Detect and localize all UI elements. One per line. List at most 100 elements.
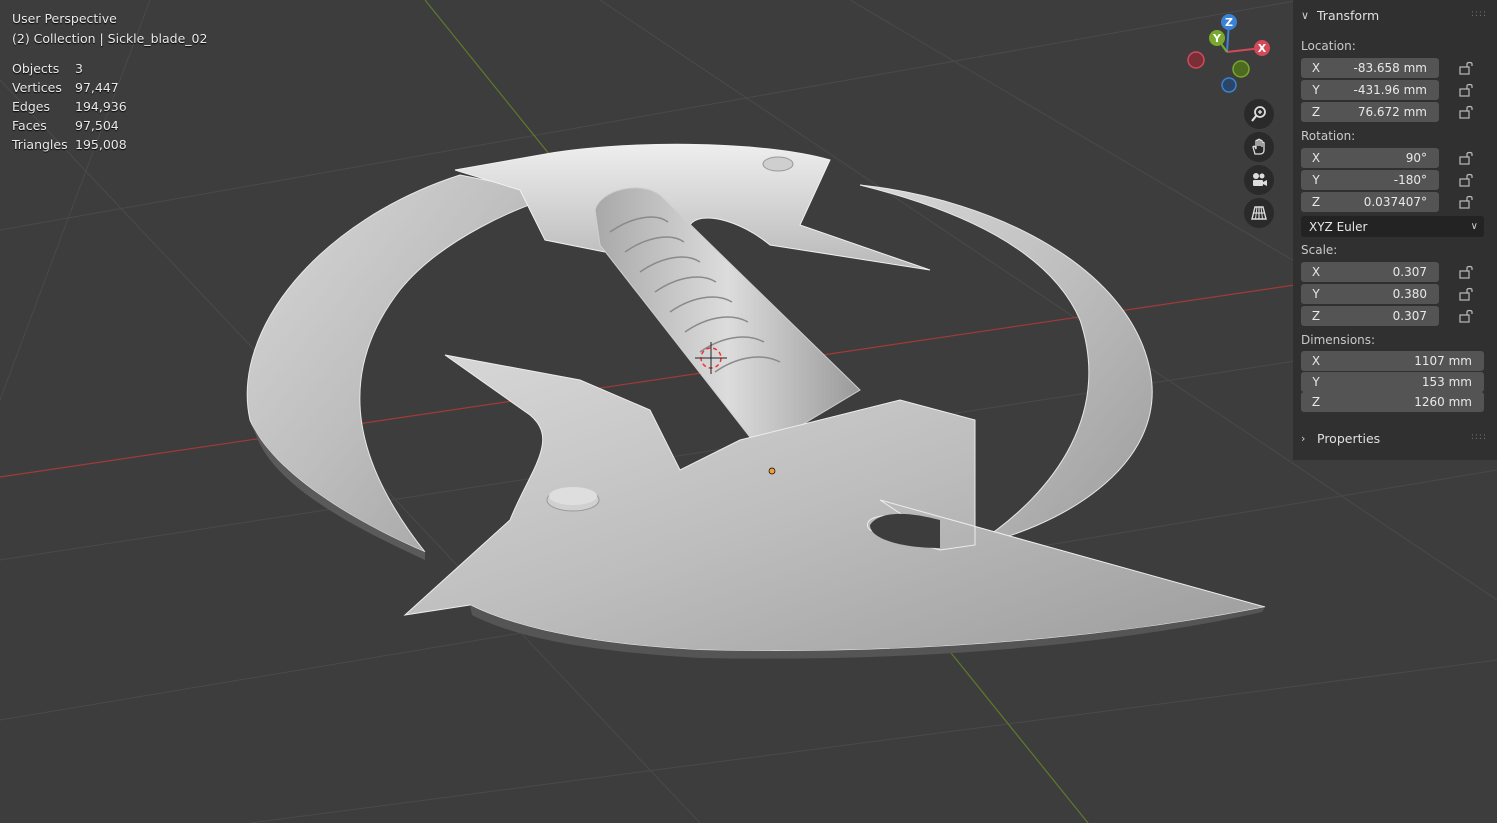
camera-icon <box>1253 173 1267 186</box>
zoom-icon <box>1251 106 1266 122</box>
z-axis-handle[interactable]: Z <box>1221 14 1237 30</box>
axis-label: Z <box>1311 195 1321 209</box>
collection-line: (2) Collection | Sickle_blade_02 <box>12 31 208 46</box>
stat-row: Vertices 97,447 <box>12 78 127 97</box>
dimensions-x-field[interactable]: X 1107 mm <box>1301 351 1484 371</box>
drag-handle-icon[interactable]: :::: <box>1471 432 1487 442</box>
camera-view-button[interactable] <box>1244 165 1274 195</box>
axis-label: Z <box>1311 395 1321 409</box>
stat-value: 194,936 <box>75 99 127 114</box>
rotation-z-field[interactable]: Z 0.037407° <box>1301 192 1439 212</box>
zoom-button[interactable] <box>1244 99 1274 129</box>
axis-label: X <box>1311 265 1321 279</box>
stat-label: Objects <box>12 61 60 76</box>
axis-label: Z <box>1311 105 1321 119</box>
stat-row: Faces 97,504 <box>12 116 127 135</box>
stat-value: 195,008 <box>75 137 127 152</box>
3d-viewport[interactable] <box>0 0 1497 823</box>
field-value: 90° <box>1405 151 1427 165</box>
field-value: -180° <box>1393 173 1427 187</box>
axis-label: Y <box>1312 173 1320 187</box>
axis-label: Y <box>1312 375 1320 389</box>
axis-label: X <box>1311 354 1321 368</box>
navigation-gizmo[interactable]: X Y Z <box>1182 12 1278 96</box>
field-value: 1107 mm <box>1414 354 1472 368</box>
field-value: 0.037407° <box>1363 195 1427 209</box>
lock-icon[interactable] <box>1459 309 1475 323</box>
stat-value: 97,447 <box>75 80 119 95</box>
lock-icon[interactable] <box>1459 83 1475 97</box>
field-value: -83.658 mm <box>1353 61 1427 75</box>
lock-icon[interactable] <box>1459 265 1475 279</box>
perspective-toggle-button[interactable] <box>1244 198 1274 228</box>
viewport-info: User Perspective (2) Collection | Sickle… <box>12 9 207 49</box>
stat-row: Edges 194,936 <box>12 97 127 116</box>
axis-label: Y <box>1312 287 1320 301</box>
hand-pan-icon <box>1252 138 1265 155</box>
axis-label: Z <box>1311 309 1321 323</box>
lock-icon[interactable] <box>1459 195 1475 209</box>
stat-row: Triangles 195,008 <box>12 135 127 154</box>
location-z-field[interactable]: Z 76.672 mm <box>1301 102 1439 122</box>
lock-icon[interactable] <box>1459 173 1475 187</box>
axis-label: Y <box>1312 83 1320 97</box>
field-value: 1260 mm <box>1414 395 1472 409</box>
rotation-mode-value: XYZ Euler <box>1309 219 1368 234</box>
properties-title: Properties <box>1317 430 1381 446</box>
negative-y-handle[interactable] <box>1232 60 1250 78</box>
pan-button[interactable] <box>1244 132 1274 162</box>
dimensions-label: Dimensions: <box>1301 333 1376 347</box>
lock-icon[interactable] <box>1459 61 1475 75</box>
scale-z-field[interactable]: Z 0.307 <box>1301 306 1439 326</box>
dimensions-z-field[interactable]: Z 1260 mm <box>1301 392 1484 412</box>
chevron-right-icon: › <box>1301 431 1306 445</box>
y-axis-label: Y <box>1212 32 1222 45</box>
x-axis-label: X <box>1258 42 1267 55</box>
transform-panel-header[interactable]: ∨ Transform <box>1301 4 1379 26</box>
z-axis-label: Z <box>1225 16 1233 29</box>
y-axis-handle[interactable]: Y <box>1209 30 1225 46</box>
drag-handle-icon[interactable]: :::: <box>1471 9 1487 19</box>
location-label: Location: <box>1301 39 1356 53</box>
lock-icon[interactable] <box>1459 151 1475 165</box>
axis-label: X <box>1311 151 1321 165</box>
field-value: 0.307 <box>1392 265 1427 279</box>
dimensions-y-field[interactable]: Y 153 mm <box>1301 372 1484 392</box>
view-name: User Perspective <box>12 11 117 26</box>
rotation-x-field[interactable]: X 90° <box>1301 148 1439 168</box>
stat-label: Triangles <box>12 137 68 152</box>
field-value: -431.96 mm <box>1353 83 1427 97</box>
stat-label: Edges <box>12 99 50 114</box>
rotation-y-field[interactable]: Y -180° <box>1301 170 1439 190</box>
stat-value: 97,504 <box>75 118 119 133</box>
lock-icon[interactable] <box>1459 105 1475 119</box>
chevron-down-icon: ∨ <box>1301 8 1310 22</box>
location-x-field[interactable]: X -83.658 mm <box>1301 58 1439 78</box>
rotation-label: Rotation: <box>1301 129 1356 143</box>
grid-perspective-icon <box>1251 206 1267 220</box>
object-origin <box>768 467 776 475</box>
sidebar-transform-panel: ∨ Transform :::: Location: X -83.658 mm Y… <box>1293 0 1497 460</box>
field-value: 0.380 <box>1392 287 1427 301</box>
scale-label: Scale: <box>1301 243 1338 257</box>
lock-icon[interactable] <box>1459 287 1475 301</box>
scale-x-field[interactable]: X 0.307 <box>1301 262 1439 282</box>
negative-x-handle[interactable] <box>1187 51 1205 69</box>
x-axis-handle[interactable]: X <box>1254 40 1270 56</box>
scene-statistics: Objects 3 Vertices 97,447 Edges 194,936 Fac… <box>12 59 127 154</box>
rotation-mode-dropdown[interactable]: XYZ Euler ∨ <box>1301 216 1484 237</box>
stat-row: Objects 3 <box>12 59 127 78</box>
stat-label: Vertices <box>12 80 62 95</box>
scale-y-field[interactable]: Y 0.380 <box>1301 284 1439 304</box>
field-value: 76.672 mm <box>1357 105 1427 119</box>
location-y-field[interactable]: Y -431.96 mm <box>1301 80 1439 100</box>
properties-panel-header[interactable]: › Properties <box>1301 427 1380 449</box>
field-value: 0.307 <box>1392 309 1427 323</box>
transform-title: Transform <box>1317 7 1380 23</box>
axis-label: X <box>1311 61 1321 75</box>
stat-value: 3 <box>75 61 83 76</box>
chevron-down-icon: ∨ <box>1470 221 1478 232</box>
stat-label: Faces <box>12 118 47 133</box>
negative-z-handle[interactable] <box>1221 77 1237 93</box>
field-value: 153 mm <box>1421 375 1472 389</box>
